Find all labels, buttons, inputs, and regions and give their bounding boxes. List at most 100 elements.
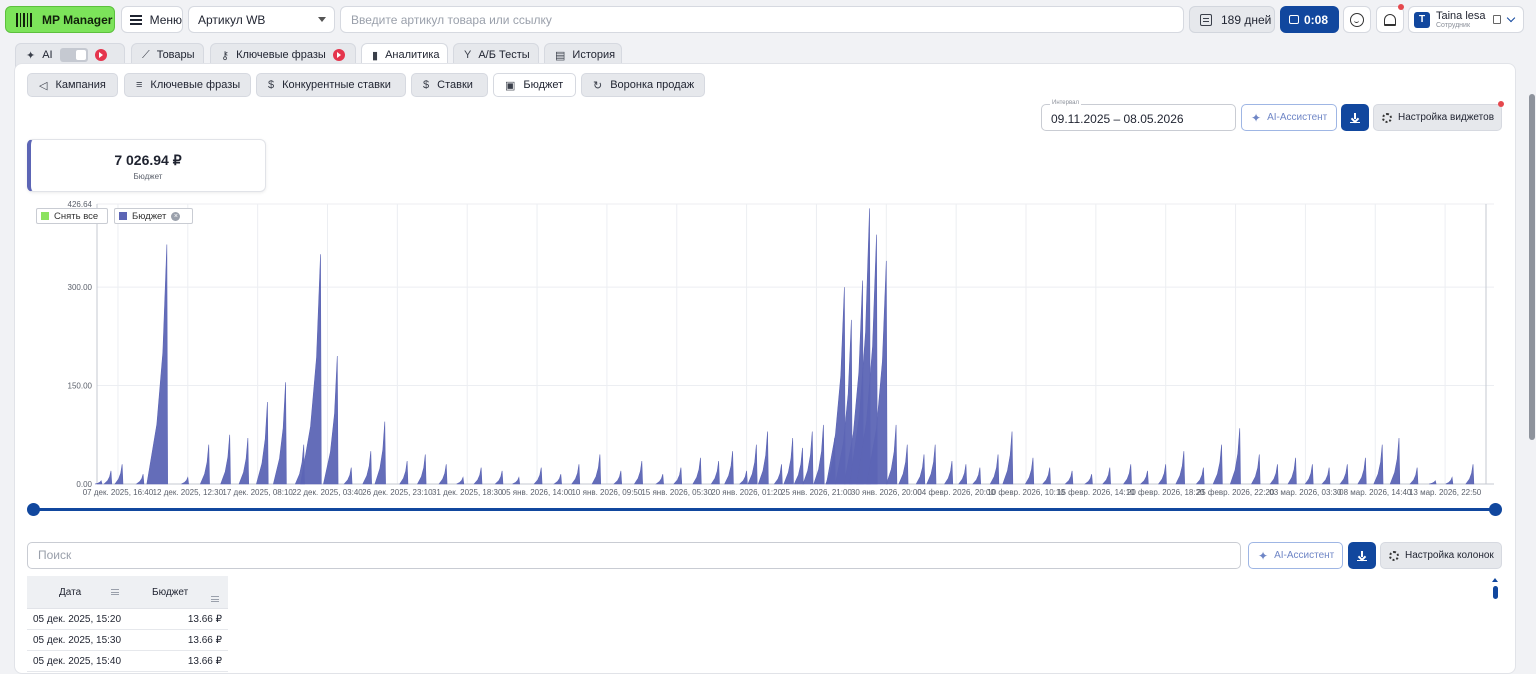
ai-assistant-button[interactable]: ✦ AI-Ассистент xyxy=(1241,104,1337,131)
settings-dot xyxy=(1498,101,1504,107)
subtab-campaign[interactable]: ◁ Кампания xyxy=(27,73,118,97)
column-header-budget[interactable]: Бюджет xyxy=(127,576,228,608)
copy-icon[interactable] xyxy=(1493,15,1501,24)
feedback-button[interactable] xyxy=(1343,6,1371,33)
page-scrollbar[interactable] xyxy=(1529,94,1535,440)
budget-spike xyxy=(135,474,145,485)
budget-spike xyxy=(1339,464,1349,485)
bar-chart-icon: ▮ xyxy=(372,49,379,62)
close-icon[interactable]: × xyxy=(171,211,181,221)
video-tutorial-icon[interactable] xyxy=(94,49,107,61)
budget-spike xyxy=(512,476,521,485)
table-download-button[interactable] xyxy=(1348,542,1376,569)
budget-spike xyxy=(456,476,465,485)
download-button[interactable] xyxy=(1341,104,1369,131)
article-type-value: Артикул WB xyxy=(198,12,266,27)
budget-spike xyxy=(1251,454,1261,485)
tab-history-label: История xyxy=(572,49,616,61)
budget-spike xyxy=(1002,431,1014,485)
x-tick-label: 30 янв. 2026, 20:00 xyxy=(851,488,922,497)
wallet-icon: ▣ xyxy=(505,79,516,92)
budget-spike xyxy=(494,470,504,485)
ai-assistant-button-table[interactable]: ✦ AI-Ассистент xyxy=(1248,542,1343,569)
budget-spike xyxy=(692,457,702,485)
column-settings-button[interactable]: Настройка колонок xyxy=(1380,542,1502,569)
video-tutorial-icon[interactable] xyxy=(332,49,345,61)
subtab-keywords[interactable]: ≡ Ключевые фразы xyxy=(124,73,251,97)
subtab-sales-funnel[interactable]: ↻ Воронка продаж xyxy=(581,73,705,97)
dollar-icon: $ xyxy=(268,79,275,91)
x-tick-label: 31 дек. 2025, 18:30 xyxy=(432,488,503,497)
cell-date: 05 дек. 2025, 15:40 xyxy=(33,655,122,667)
interval-label: Интервал xyxy=(1050,100,1081,106)
budget-spike xyxy=(1157,464,1167,485)
budget-spike xyxy=(972,467,982,485)
x-tick-label: 25 янв. 2026, 21:00 xyxy=(781,488,852,497)
chevron-down-icon xyxy=(1506,13,1516,23)
subscription-days-button[interactable]: 189 дней xyxy=(1189,6,1275,33)
table-search-input[interactable]: Поиск xyxy=(27,542,1241,569)
range-slider[interactable] xyxy=(33,508,1496,511)
budget-spike xyxy=(802,431,814,485)
legend-series-label: Бюджет xyxy=(132,210,167,222)
legend-deselect-all[interactable]: Снять все xyxy=(36,208,108,224)
budget-spike xyxy=(633,460,643,485)
budget-spike xyxy=(273,382,287,485)
cell-date: 05 дек. 2025, 15:30 xyxy=(33,634,122,646)
table-row[interactable]: 05 дек. 2025, 15:30 13.66 ₽ xyxy=(27,630,228,651)
tab-keywords-label: Ключевые фразы xyxy=(236,49,326,61)
user-menu[interactable]: T Taina lesa Сотрудник xyxy=(1408,6,1524,33)
budget-spike xyxy=(103,470,113,485)
budget-spike xyxy=(438,464,448,485)
x-tick-label: 03 мар. 2026, 03:30 xyxy=(1269,488,1342,497)
funnel-icon: ↻ xyxy=(593,79,603,92)
subtab-competitor-bids[interactable]: $ Конкурентные ставки xyxy=(256,73,406,97)
gear-icon xyxy=(1382,112,1392,123)
table-row[interactable]: 05 дек. 2025, 15:20 13.66 ₽ xyxy=(27,609,228,630)
table-row[interactable]: 05 дек. 2025, 15:40 13.66 ₽ xyxy=(27,651,228,672)
table-header: Дата Бюджет xyxy=(27,576,228,609)
range-slider-start-handle[interactable] xyxy=(27,503,40,516)
subtab-budget[interactable]: ▣ Бюджет xyxy=(493,73,576,97)
table-scrollbar[interactable] xyxy=(1493,586,1498,599)
widget-settings-button[interactable]: Настройка виджетов xyxy=(1373,104,1502,131)
budget-spike xyxy=(1287,457,1297,485)
column-menu-icon[interactable] xyxy=(211,596,219,602)
subtab-bids[interactable]: $ Ставки xyxy=(411,73,488,97)
budget-spike xyxy=(944,460,954,485)
ai-toggle[interactable] xyxy=(59,48,88,62)
megaphone-icon: ◁ xyxy=(39,79,48,92)
article-search-input[interactable]: Введите артикул товара или ссылку xyxy=(340,6,1184,33)
recording-button[interactable]: 0:08 xyxy=(1280,6,1339,33)
scroll-up-icon[interactable] xyxy=(1492,578,1498,582)
notifications-button[interactable] xyxy=(1376,6,1404,33)
tab-products-label: Товары xyxy=(156,49,195,61)
article-type-select[interactable]: Артикул WB xyxy=(188,6,335,33)
column-header-budget-label: Бюджет xyxy=(152,586,189,598)
interval-picker[interactable]: Интервал 09.11.2025 – 08.05.2026 xyxy=(1041,100,1236,131)
column-header-date[interactable]: Дата xyxy=(27,576,127,608)
menu-button[interactable]: Меню xyxy=(121,6,183,33)
budget-spike xyxy=(886,424,898,485)
budget-kpi-card[interactable]: 7 026.94 ₽ Бюджет xyxy=(27,139,266,192)
app-logo[interactable]: MP Manager xyxy=(5,6,115,33)
range-slider-end-handle[interactable] xyxy=(1489,503,1502,516)
budget-spike xyxy=(710,460,720,485)
budget-spike xyxy=(773,464,783,485)
budget-spike xyxy=(1429,480,1437,485)
legend-deselect-label: Снять все xyxy=(54,210,99,222)
cell-budget: 13.66 ₽ xyxy=(187,634,222,646)
budget-chart[interactable]: 426.64300.00150.000.0007 дек. 2025, 16:4… xyxy=(26,196,1506,506)
key-icon: ⚷ xyxy=(221,49,230,62)
x-tick-label: 20 янв. 2026, 01:20 xyxy=(711,488,782,497)
x-tick-label: 05 янв. 2026, 14:00 xyxy=(502,488,573,497)
budget-spike xyxy=(343,467,353,485)
video-camera-icon xyxy=(1289,15,1299,24)
legend-item-budget[interactable]: Бюджет × xyxy=(114,208,193,224)
budget-table: Дата Бюджет 05 дек. 2025, 15:20 13.66 ₽05… xyxy=(27,576,228,672)
y-tick-label: 150.00 xyxy=(68,382,93,391)
column-menu-icon[interactable] xyxy=(111,589,119,595)
subtab-bids-label: Ставки xyxy=(437,79,473,91)
budget-spike xyxy=(813,424,825,485)
budget-spike xyxy=(1465,464,1475,485)
